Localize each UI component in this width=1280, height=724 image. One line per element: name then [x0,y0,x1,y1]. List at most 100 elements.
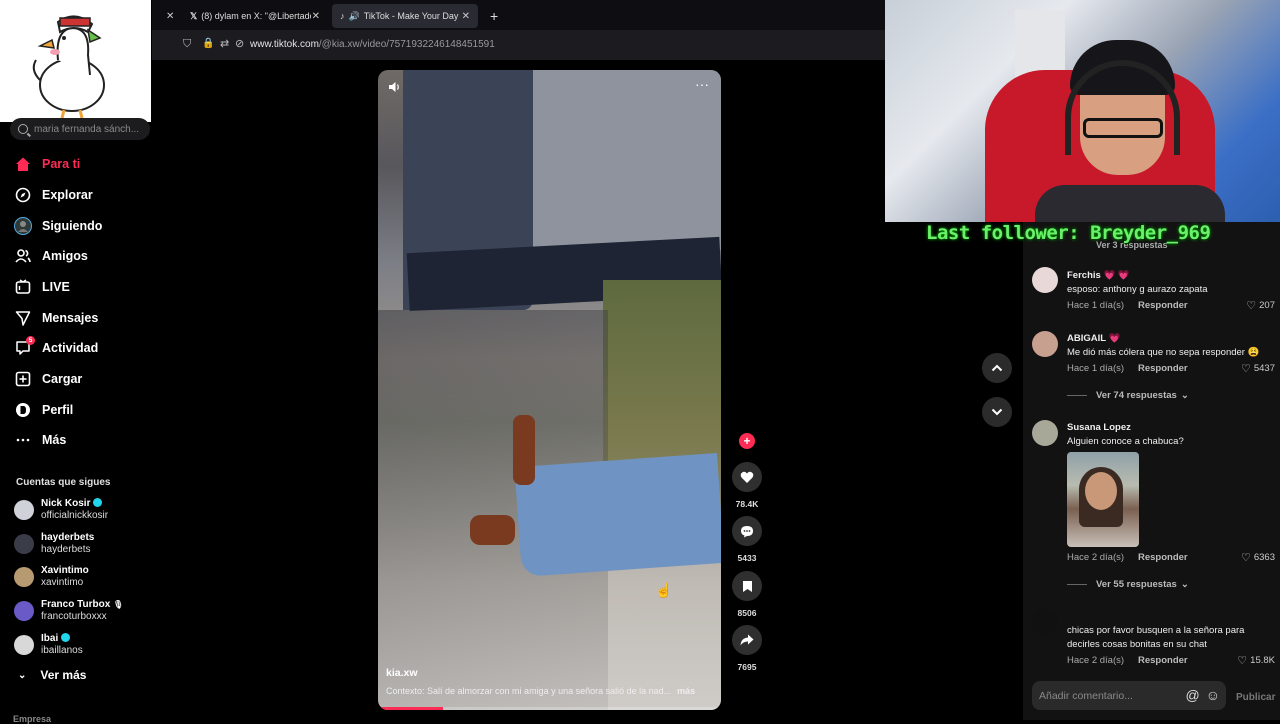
like-count: 78.4K [735,499,759,509]
volume-icon[interactable] [388,80,402,94]
following-account[interactable]: Xavintimo xavintimo [14,565,89,589]
tiktok-logo-icon: ♪ [340,11,345,21]
footer-link[interactable]: Empresa [13,714,51,724]
following-account[interactable]: Franco Turbox 🎙 francoturboxxx [14,599,123,623]
tab-title: TikTok - Make Your Day [363,11,459,21]
comment-like-count: 15.8K [1250,655,1275,666]
comment-author[interactable]: Susana Lopez [1067,422,1131,433]
like-button[interactable] [732,462,762,492]
comment-text: Me dió más cólera que no sepa responder … [1067,347,1260,358]
avatar[interactable] [1032,267,1058,293]
tab-close-button[interactable]: ✕ [158,4,182,28]
reply-button[interactable]: Responder [1138,300,1188,311]
nav-item-mensajes[interactable]: Mensajes [14,307,98,329]
nav-item-mas[interactable]: Más [14,429,66,451]
comment-like-count: 5437 [1253,363,1275,374]
close-icon[interactable]: ✕ [312,11,320,22]
video-player[interactable]: ··· kia.xw Contexto: Salí de almorzar co… [378,70,721,710]
last-follower-overlay: Last follower: Breyder_969 [926,222,1211,244]
send-icon [14,309,32,327]
nav-item-explorar[interactable]: Explorar [14,184,93,206]
share-count: 7695 [737,662,757,672]
chevron-down-icon [991,408,1003,416]
nav-item-actividad[interactable]: 5 Actividad [14,336,98,359]
next-video-button[interactable] [982,397,1012,427]
chevron-down-icon: ⌄ [1180,579,1189,590]
comment-time: Hace 1 día(s) [1067,363,1125,374]
friends-icon [14,247,32,265]
comment-author[interactable]: ABIGAIL 💗 [1067,333,1120,344]
live-tv-icon [14,278,32,296]
publish-button[interactable]: Publicar [1236,692,1275,703]
search-input[interactable]: maria fernanda sánch... [10,118,150,140]
following-account[interactable]: Nick Kosir officialnickkosir [14,498,108,522]
see-more-button[interactable]: ⌄ Ver más [18,668,86,682]
speaker-icon: 🔊 [348,10,360,21]
new-tab-button[interactable]: + [482,4,504,28]
view-replies-button[interactable]: Ver 74 respuestas ⌄ [1067,390,1189,401]
save-button[interactable] [732,571,762,601]
see-more-label: Ver más [40,668,87,682]
comment-like-button[interactable]: ♡ 5437 [1241,362,1275,375]
follow-plus-button[interactable]: + [739,433,755,449]
share-button[interactable] [732,625,762,655]
caption-more-button[interactable]: más [677,686,695,696]
home-icon [14,155,32,173]
bookmark-icon [742,580,752,592]
reply-button[interactable]: Responder [1138,552,1188,563]
more-options-icon[interactable]: ··· [695,76,709,92]
emoji-icon[interactable]: ☺ [1206,687,1220,703]
video-frame-jacket [518,70,721,250]
avatar[interactable] [1032,609,1058,635]
reply-button[interactable]: Responder [1138,655,1188,666]
nav-item-para-ti[interactable]: Para ti [14,153,80,175]
following-account[interactable]: hayderbets hayderbets [14,532,94,556]
mention-icon[interactable]: @ [1185,687,1199,703]
comment-button[interactable] [732,516,762,546]
video-progress-fill [378,707,444,710]
account-handle: hayderbets [41,544,91,555]
divider [1067,584,1087,585]
browser-tab-bar: ✕ 𝕏 (8) dylam en X: "@Libertadores ✕ ♪ 🔊… [152,0,885,30]
close-icon[interactable]: ✕ [166,11,174,22]
nav-item-perfil[interactable]: Perfil [14,399,73,421]
nav-label: Para ti [42,157,81,171]
account-handle: xavintimo [41,577,84,588]
comment-like-count: 6363 [1253,552,1275,563]
comment-time: Hace 2 día(s) [1067,655,1125,666]
nav-item-live[interactable]: LIVE [14,276,70,298]
nav-label: Explorar [42,188,93,202]
comment-like-button[interactable]: ♡ 6363 [1241,551,1275,564]
previous-video-button[interactable] [982,353,1012,383]
comment-image[interactable] [1067,452,1139,547]
tab-x-post[interactable]: 𝕏 (8) dylam en X: "@Libertadores ✕ [182,4,328,28]
avatar[interactable] [1032,331,1058,357]
activity-badge: 5 [26,336,35,345]
close-icon[interactable]: ✕ [462,11,470,22]
video-username[interactable]: kia.xw [386,667,418,679]
avatar[interactable] [1032,420,1058,446]
comment-like-count: 207 [1259,300,1275,311]
nav-item-cargar[interactable]: Cargar [14,368,82,390]
search-placeholder: maria fernanda sánch... [34,123,140,135]
tab-tiktok[interactable]: ♪ 🔊 TikTok - Make Your Day ✕ [332,4,478,28]
address-bar[interactable]: ⛉ 🔒 ⇄ ⊘ www.tiktok.com/@kia.xw/video/757… [152,30,885,60]
comment-like-button[interactable]: ♡ 15.8K [1237,654,1275,667]
activity-icon: 5 [14,336,35,357]
upload-plus-icon [14,370,32,388]
video-progress-bar[interactable] [378,707,721,710]
reply-button[interactable]: Responder [1138,363,1188,374]
comment-input[interactable]: Añadir comentario... @ ☺ [1032,681,1226,710]
webcam-overlay [885,0,1280,222]
nav-label: Cargar [42,372,83,386]
author-name: Ferchis [1067,270,1101,281]
view-replies-button[interactable]: Ver 55 respuestas ⌄ [1067,579,1189,590]
nav-item-amigos[interactable]: Amigos [14,245,88,267]
following-account[interactable]: Ibai ibaillanos [14,633,83,657]
comment-like-button[interactable]: ♡ 207 [1246,299,1275,312]
comment-time: Hace 1 día(s) [1067,300,1125,311]
nav-item-siguiendo[interactable]: Siguiendo [14,215,102,237]
comment-author[interactable]: Ferchis 💗 💗 [1067,270,1130,281]
tab-title: (8) dylam en X: "@Libertadores [201,11,311,21]
url-host: www.tiktok.com [250,39,319,50]
